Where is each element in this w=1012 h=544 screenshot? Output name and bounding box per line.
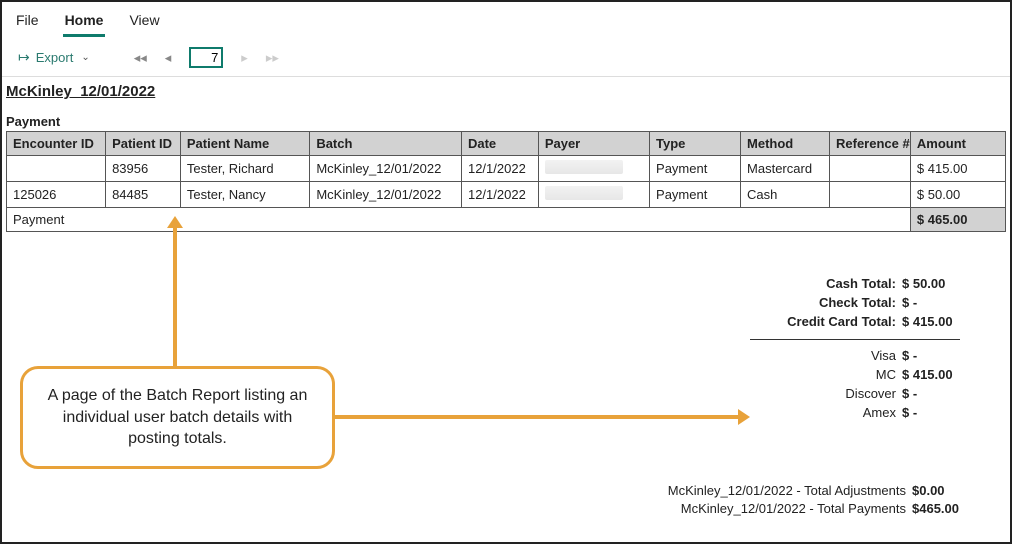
toolbar: ↦ Export ⌄ ◂◂ ◂ ▸ ▸▸ [2,37,1010,77]
menu-file[interactable]: File [14,8,41,37]
redacted-block [545,186,624,200]
total-adjustments-value: $0.00 [906,483,960,498]
amex-value: $ - [896,405,960,420]
pager: ◂◂ ◂ ▸ ▸▸ [134,47,279,68]
col-amount: Amount [910,132,1005,156]
cell-patient-name: Tester, Nancy [180,182,309,208]
redacted-block [545,160,624,174]
cell-payer [538,182,649,208]
cell-batch: McKinley_12/01/2022 [310,156,462,182]
col-type: Type [650,132,741,156]
footer-amount: $ 465.00 [910,208,1005,232]
visa-label: Visa [766,348,896,363]
prev-page-button[interactable]: ◂ [165,50,172,66]
cell-encounter [7,156,106,182]
amex-label: Amex [766,405,896,420]
export-label: Export [36,50,74,65]
cc-total-label: Credit Card Total: [766,314,896,329]
page-number-input[interactable] [189,47,223,68]
cell-amount: $ 50.00 [910,182,1005,208]
discover-label: Discover [766,386,896,401]
total-adjustments-label: McKinley_12/01/2022 - Total Adjustments [668,483,906,498]
cell-payer [538,156,649,182]
visa-value: $ - [896,348,960,363]
check-total-value: $ - [896,295,960,310]
mc-label: MC [766,367,896,382]
table-row: 125026 84485 Tester, Nancy McKinley_12/0… [7,182,1006,208]
cell-batch: McKinley_12/01/2022 [310,182,462,208]
next-page-button[interactable]: ▸ [241,50,248,66]
annotation-arrow-up [173,226,177,366]
cash-total-label: Cash Total: [766,276,896,291]
cell-patient-id: 84485 [106,182,181,208]
menu-home[interactable]: Home [63,8,106,37]
cell-patient-id: 83956 [106,156,181,182]
batch-title: McKinley_12/01/2022 [6,83,155,114]
summary-divider [750,339,960,340]
menubar: File Home View [2,2,1010,37]
check-total-label: Check Total: [766,295,896,310]
col-encounter-id: Encounter ID [7,132,106,156]
callout-text: A page of the Batch Report listing an in… [48,387,308,447]
annotation-arrow-right [335,415,740,419]
table-footer-row: Payment $ 465.00 [7,208,1006,232]
cell-type: Payment [650,182,741,208]
first-page-button[interactable]: ◂◂ [134,50,147,66]
footer-label: Payment [7,208,911,232]
discover-value: $ - [896,386,960,401]
menu-view[interactable]: View [127,8,161,37]
cell-ref [830,156,911,182]
summary-block: Cash Total:$ 50.00 Check Total:$ - Credi… [750,272,960,424]
col-reference: Reference # [830,132,911,156]
cell-encounter: 125026 [7,182,106,208]
cell-amount: $ 415.00 [910,156,1005,182]
col-payer: Payer [538,132,649,156]
last-page-button[interactable]: ▸▸ [266,50,279,66]
col-method: Method [741,132,830,156]
export-button[interactable]: ↦ Export ⌄ [14,47,94,68]
col-date: Date [461,132,538,156]
col-batch: Batch [310,132,462,156]
report-body: McKinley_12/01/2022 Payment Encounter ID… [2,77,1010,232]
table-row: 83956 Tester, Richard McKinley_12/01/202… [7,156,1006,182]
cc-total-value: $ 415.00 [896,314,960,329]
chevron-down-icon: ⌄ [81,52,89,63]
section-label: Payment [6,114,1006,131]
cell-ref [830,182,911,208]
annotation-callout: A page of the Batch Report listing an in… [20,366,335,469]
total-payments-label: McKinley_12/01/2022 - Total Payments [681,501,906,516]
cell-method: Cash [741,182,830,208]
col-patient-id: Patient ID [106,132,181,156]
mc-value: $ 415.00 [896,367,960,382]
cell-patient-name: Tester, Richard [180,156,309,182]
col-patient-name: Patient Name [180,132,309,156]
total-payments-value: $465.00 [906,501,960,516]
table-header-row: Encounter ID Patient ID Patient Name Bat… [7,132,1006,156]
payment-table: Encounter ID Patient ID Patient Name Bat… [6,131,1006,232]
final-totals: McKinley_12/01/2022 - Total Adjustments$… [668,480,960,519]
cell-method: Mastercard [741,156,830,182]
cash-total-value: $ 50.00 [896,276,960,291]
cell-date: 12/1/2022 [461,182,538,208]
cell-date: 12/1/2022 [461,156,538,182]
export-icon: ↦ [18,49,30,66]
cell-type: Payment [650,156,741,182]
